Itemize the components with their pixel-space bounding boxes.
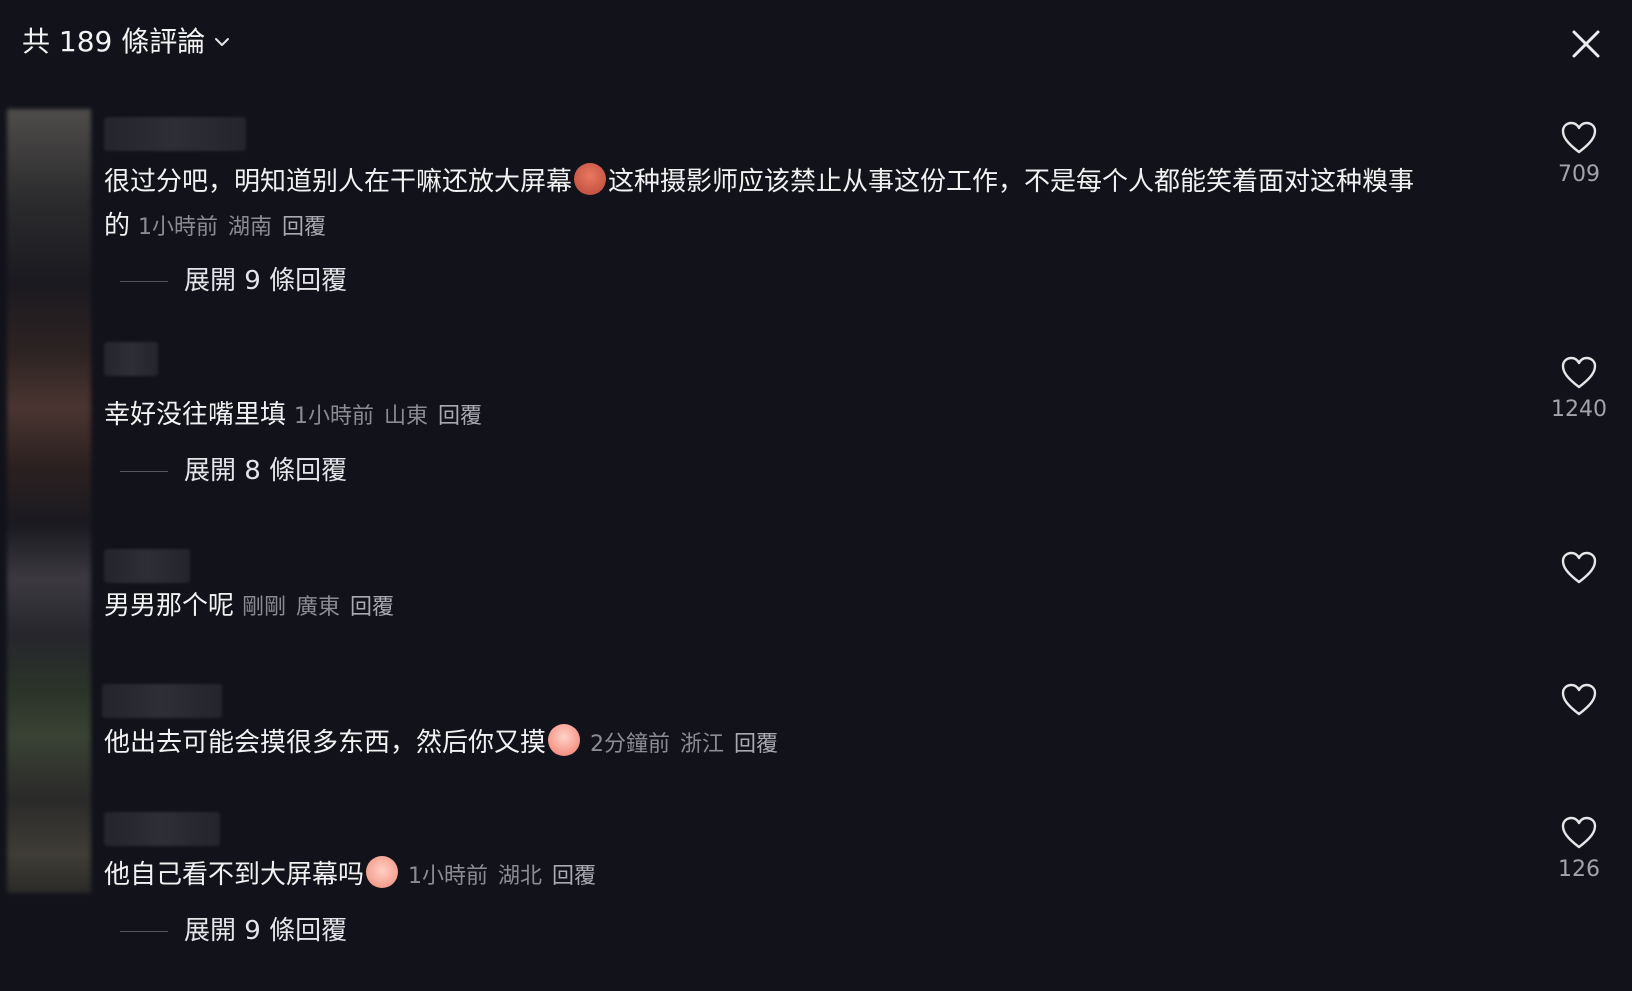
username[interactable] <box>104 812 220 846</box>
username[interactable] <box>104 342 158 376</box>
reply-button[interactable]: 回覆 <box>734 732 778 757</box>
angry-face-emoji <box>574 163 607 195</box>
avatar-column[interactable] <box>7 109 91 893</box>
comments-header: 共 189 條評論 <box>0 0 1632 86</box>
expand-replies-label: 展開 8 條回覆 <box>184 456 348 486</box>
heart-icon <box>1561 356 1597 389</box>
comment-time: 1小時前 <box>408 864 489 889</box>
comment-count-title: 共 189 條評論 <box>22 25 206 58</box>
expand-replies-button[interactable]: 展開 9 條回覆 <box>120 912 347 950</box>
heart-icon <box>1561 816 1597 849</box>
divider <box>120 930 168 932</box>
expand-replies-button[interactable]: 展開 9 條回覆 <box>120 262 347 300</box>
comment-meta: 2分鐘前 浙江 回覆 <box>590 732 788 757</box>
like-button[interactable]: 709 <box>1544 121 1614 189</box>
like-button[interactable] <box>1544 683 1614 717</box>
username[interactable] <box>104 117 246 151</box>
expand-replies-label: 展開 9 條回覆 <box>184 266 348 296</box>
divider <box>120 280 168 282</box>
comment-text-line: 他自己看不到大屏幕吗 1小時前 湖北 回覆 <box>104 856 606 896</box>
comment-time: 剛剛 <box>242 595 287 620</box>
like-count: 1240 <box>1551 397 1607 422</box>
crying-face-emoji <box>366 856 399 888</box>
comment-time: 1小時前 <box>294 404 375 429</box>
like-button[interactable]: 1240 <box>1544 356 1614 424</box>
like-button[interactable]: 126 <box>1544 816 1614 884</box>
reply-button[interactable]: 回覆 <box>350 595 394 620</box>
shocked-face-emoji <box>548 724 581 756</box>
comment-count-dropdown[interactable]: 共 189 條評論 <box>22 22 231 62</box>
expand-replies-button[interactable]: 展開 8 條回覆 <box>120 452 347 490</box>
reply-button[interactable]: 回覆 <box>282 215 326 240</box>
comment-meta: 1小時前 湖北 回覆 <box>408 864 606 889</box>
divider <box>120 470 168 472</box>
comment-location: 浙江 <box>680 732 725 757</box>
comment-text-line: 很过分吧，明知道别人在干嘛还放大屏幕 这种摄影师应该禁止从事这份工作，不是每个人都… <box>104 163 1414 201</box>
chevron-down-icon <box>215 38 230 46</box>
comment-location: 山東 <box>384 404 429 429</box>
close-icon[interactable] <box>1566 24 1606 64</box>
comment-meta: 剛剛 廣東 回覆 <box>242 595 404 620</box>
comment-text-line: 的 1小時前 湖南 回覆 <box>104 207 336 247</box>
comment-location: 湖北 <box>498 864 543 889</box>
comment-location: 廣東 <box>296 595 341 620</box>
comment-location: 湖南 <box>228 215 273 240</box>
comment-time: 1小時前 <box>138 215 219 240</box>
reply-button[interactable]: 回覆 <box>552 864 596 889</box>
comment-text-line: 幸好没往嘴里填 1小時前 山東 回覆 <box>104 396 492 436</box>
like-count: 709 <box>1558 162 1600 187</box>
heart-icon <box>1561 551 1597 584</box>
comment-meta: 1小時前 湖南 回覆 <box>138 215 336 240</box>
heart-icon <box>1561 121 1597 154</box>
expand-replies-label: 展開 9 條回覆 <box>184 916 348 946</box>
reply-button[interactable]: 回覆 <box>438 404 482 429</box>
heart-icon <box>1561 683 1597 716</box>
comment-time: 2分鐘前 <box>590 732 671 757</box>
comment-meta: 1小時前 山東 回覆 <box>294 404 492 429</box>
comment-text-line: 男男那个呢 剛剛 廣東 回覆 <box>104 587 404 627</box>
username[interactable] <box>102 684 222 718</box>
like-button[interactable] <box>1544 551 1614 585</box>
like-count: 126 <box>1558 857 1600 882</box>
comment-text-line: 他出去可能会摸很多东西，然后你又摸 2分鐘前 浙江 回覆 <box>104 724 788 764</box>
username[interactable] <box>104 549 190 583</box>
